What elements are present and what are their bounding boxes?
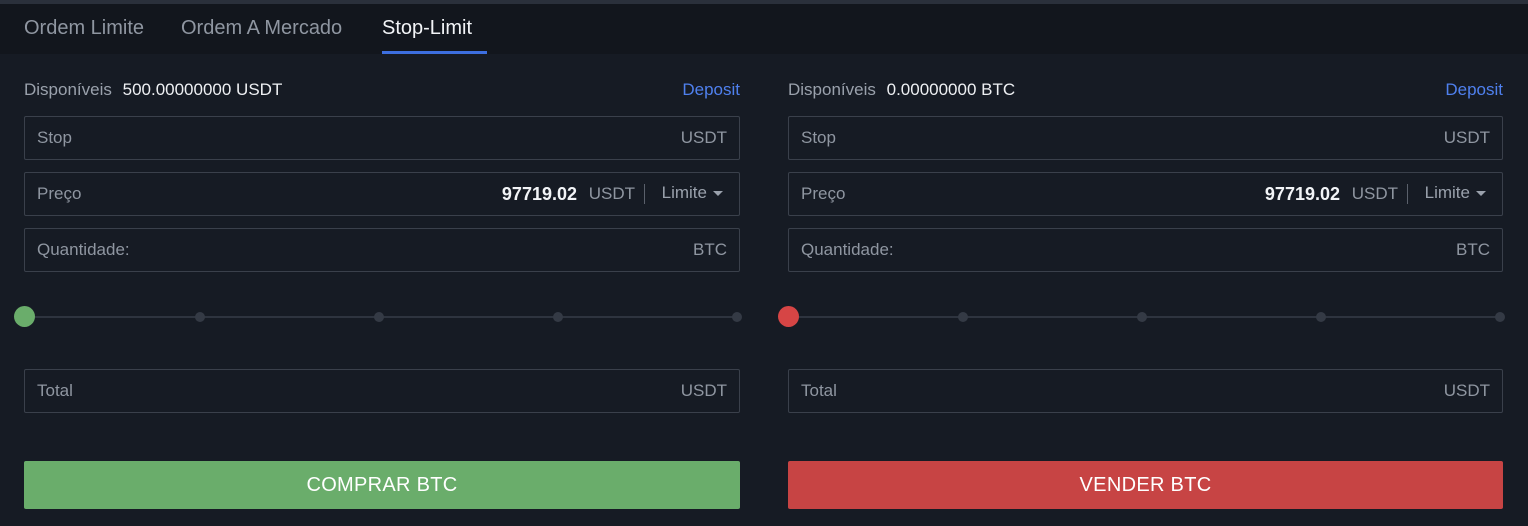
buy-stop-field[interactable]: Stop USDT (24, 116, 740, 160)
stop-unit: USDT (680, 128, 727, 147)
total-label: Total (801, 381, 837, 400)
buy-slider-handle[interactable] (14, 306, 35, 327)
total-unit: USDT (1443, 381, 1490, 400)
quantity-label: Quantidade: (37, 240, 130, 259)
buy-price-field[interactable]: Preço 97719.02 USDT Limite (24, 172, 740, 216)
available-value: 500.00000000 USDT (122, 80, 283, 99)
sell-stop-input[interactable] (909, 125, 1432, 151)
buy-total-input[interactable] (145, 378, 669, 404)
quantity-unit: BTC (693, 240, 727, 259)
order-type-tabs: Ordem Limite Ordem A Mercado Stop-Limit (0, 4, 1528, 54)
available-value: 0.00000000 BTC (886, 80, 1016, 99)
buy-stop-input[interactable] (145, 125, 669, 151)
price-separator (1407, 184, 1408, 204)
caret-down-icon (713, 191, 723, 197)
sell-btc-button[interactable]: VENDER BTC (788, 461, 1503, 509)
buy-price-type-dropdown[interactable]: Limite (662, 183, 723, 203)
price-label: Preço (37, 184, 82, 203)
slider-tick-50[interactable] (374, 312, 384, 322)
buy-total-field[interactable]: Total USDT (24, 369, 740, 413)
available-label: Disponíveis (788, 80, 876, 99)
caret-down-icon (1476, 191, 1486, 197)
slider-tick-25[interactable] (195, 312, 205, 322)
slider-tick-100[interactable] (732, 312, 742, 322)
sell-stop-field[interactable]: Stop USDT (788, 116, 1503, 160)
sell-deposit-link[interactable]: Deposit (1445, 80, 1503, 100)
quantity-label: Quantidade: (801, 240, 894, 259)
slider-tick-50[interactable] (1137, 312, 1147, 322)
price-type-label: Limite (661, 183, 707, 202)
tab-ordem-a-mercado[interactable]: Ordem A Mercado (181, 17, 342, 40)
sell-percent-slider[interactable] (778, 306, 1505, 328)
sell-price-type-dropdown[interactable]: Limite (1425, 183, 1486, 203)
total-unit: USDT (680, 381, 727, 400)
sell-slider-handle[interactable] (778, 306, 799, 327)
buy-price-value[interactable]: 97719.02 (502, 184, 577, 205)
slider-tick-75[interactable] (1316, 312, 1326, 322)
buy-percent-slider[interactable] (14, 306, 742, 328)
slider-tick-100[interactable] (1495, 312, 1505, 322)
buy-available-balance: Disponíveis 500.00000000 USDT (24, 80, 282, 100)
slider-tick-25[interactable] (958, 312, 968, 322)
sell-available-balance: Disponíveis 0.00000000 BTC (788, 80, 1015, 100)
total-label: Total (37, 381, 73, 400)
stop-label: Stop (37, 128, 72, 147)
sell-quantity-input[interactable] (909, 237, 1432, 263)
price-separator (644, 184, 645, 204)
slider-tick-75[interactable] (553, 312, 563, 322)
buy-deposit-link[interactable]: Deposit (682, 80, 740, 100)
sell-price-field[interactable]: Preço 97719.02 USDT Limite (788, 172, 1503, 216)
sell-total-input[interactable] (909, 378, 1432, 404)
price-type-label: Limite (1424, 183, 1470, 202)
buy-quantity-input[interactable] (145, 237, 669, 263)
price-unit: USDT (588, 184, 635, 203)
sell-panel: Disponíveis 0.00000000 BTC Deposit Stop … (778, 54, 1505, 526)
sell-quantity-field[interactable]: Quantidade: BTC (788, 228, 1503, 272)
tab-stop-limit[interactable]: Stop-Limit (382, 17, 472, 40)
sell-total-field[interactable]: Total USDT (788, 369, 1503, 413)
price-label: Preço (801, 184, 846, 203)
stop-label: Stop (801, 128, 836, 147)
price-unit: USDT (1351, 184, 1398, 203)
tab-ordem-limite[interactable]: Ordem Limite (24, 17, 144, 40)
quantity-unit: BTC (1456, 240, 1490, 259)
buy-quantity-field[interactable]: Quantidade: BTC (24, 228, 740, 272)
stop-unit: USDT (1443, 128, 1490, 147)
buy-btc-button[interactable]: COMPRAR BTC (24, 461, 740, 509)
buy-panel: Disponíveis 500.00000000 USDT Deposit St… (14, 54, 742, 526)
sell-price-value[interactable]: 97719.02 (1265, 184, 1340, 205)
available-label: Disponíveis (24, 80, 112, 99)
